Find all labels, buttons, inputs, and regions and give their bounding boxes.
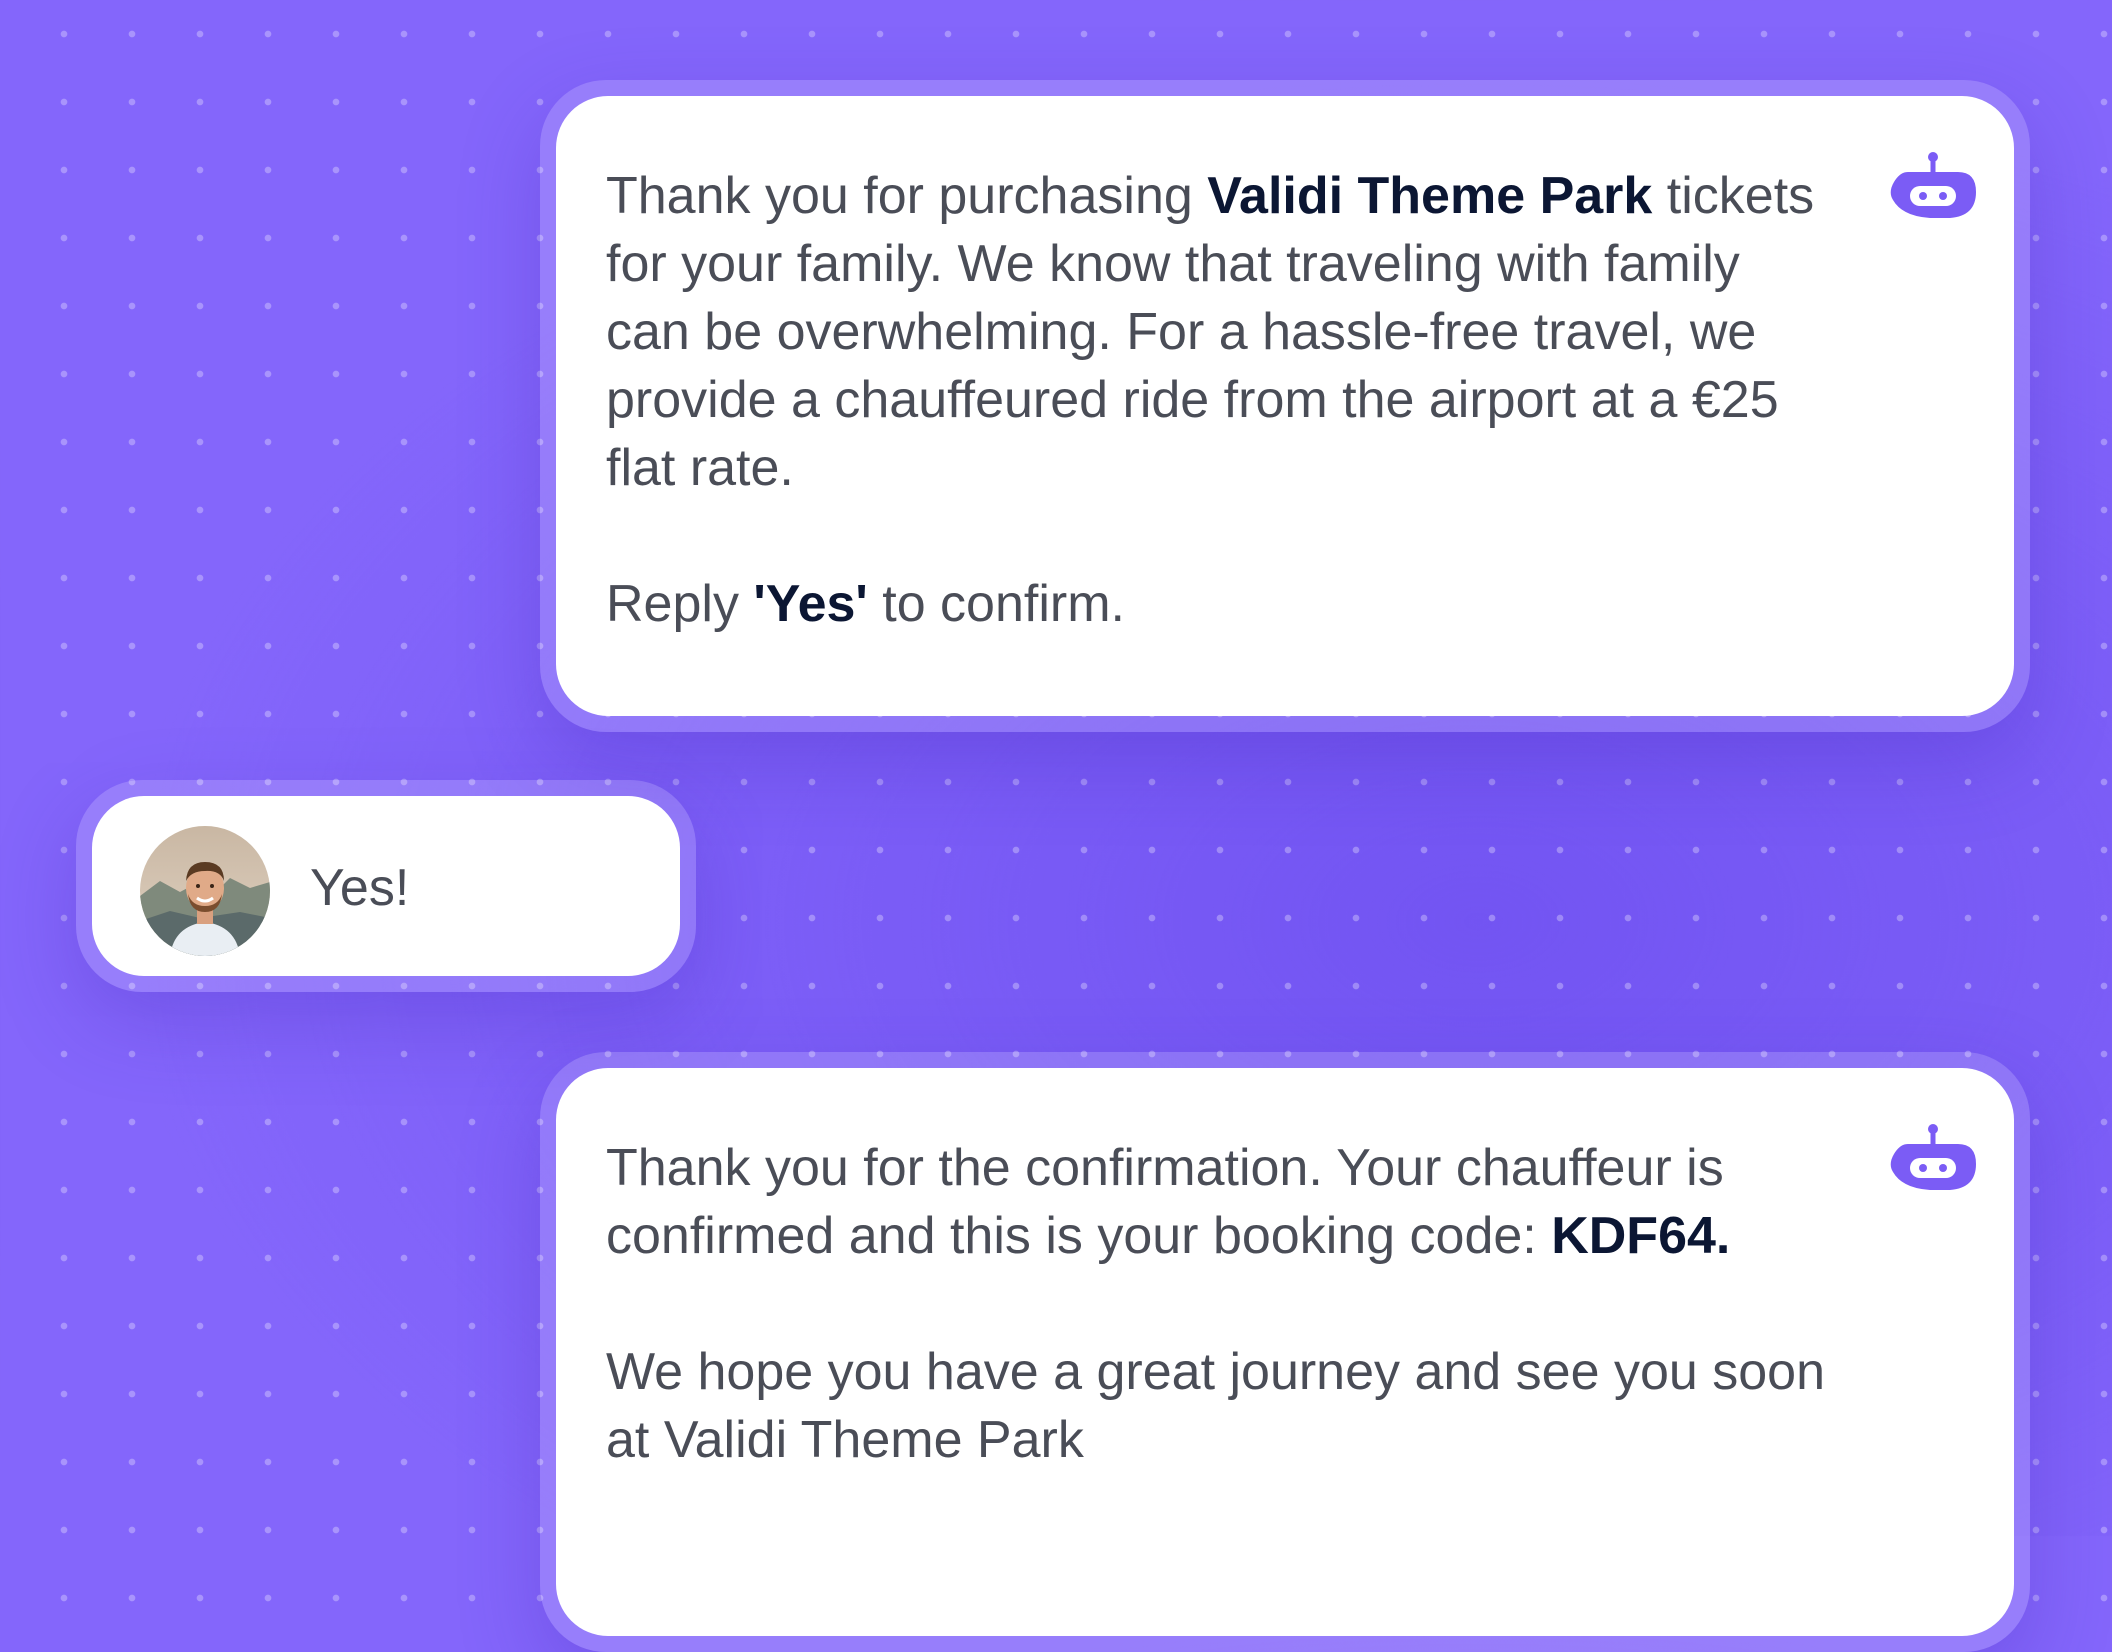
bot-message-2-paragraph-2: We hope you have a great journey and see… [606,1343,1826,1469]
bot-icon [1890,1124,1976,1190]
user-message-1-bubble: Yes! [92,796,680,976]
user-message-1: Yes! [76,780,696,992]
reply-keyword: 'Yes' [753,575,868,633]
reply-instruction-after: to confirm. [867,575,1125,633]
bot-message-1-text: Thank you for purchasing Validi Theme Pa… [606,162,1836,638]
bot-message-1-bubble: Thank you for purchasing Validi Theme Pa… [556,96,2014,716]
bot-message-2: Thank you for the confirmation. Your cha… [540,1052,2030,1652]
bot-message-2-paragraph-1: Thank you for the confirmation. Your cha… [606,1134,1836,1270]
bot-message-2-bubble: Thank you for the confirmation. Your cha… [556,1068,2014,1636]
bot-message-1-text-before: Thank you for purchasing [606,167,1208,225]
user-message-1-text: Yes! [310,859,410,917]
bot-message-1: Thank you for purchasing Validi Theme Pa… [540,80,2030,732]
bot-message-1-paragraph-1: Thank you for purchasing Validi Theme Pa… [606,162,1836,502]
park-name: Validi Theme Park [1207,167,1653,225]
reply-instruction-before: Reply [606,575,754,633]
user-avatar [140,826,270,956]
user-avatar-image [140,826,270,956]
booking-code: KDF64. [1551,1207,1731,1265]
bot-message-2-text: Thank you for the confirmation. Your cha… [606,1134,1836,1474]
bot-icon [1890,152,1976,218]
bot-message-1-paragraph-2: Reply 'Yes' to confirm. [606,570,1836,638]
